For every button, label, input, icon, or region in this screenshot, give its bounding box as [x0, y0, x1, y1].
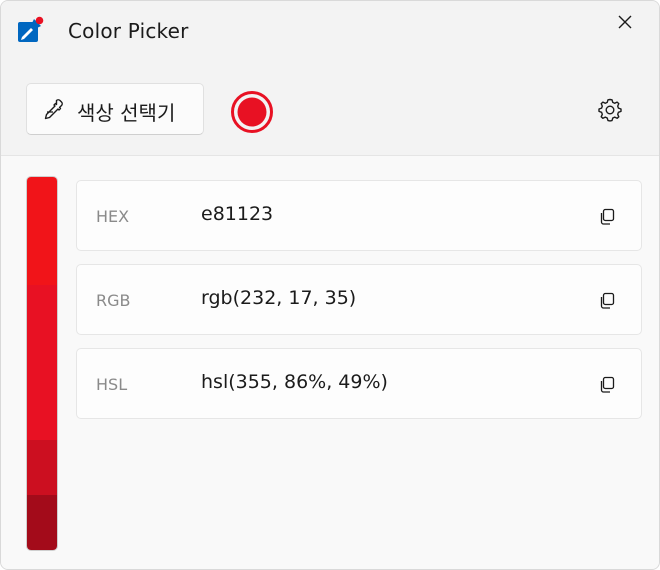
format-value[interactable]: e81123	[201, 203, 273, 225]
window-title: Color Picker	[68, 19, 189, 43]
color-picker-window: Color Picker 색상 선택기 HEX e81123 RGB rgb(2…	[0, 0, 660, 570]
color-picker-button-label: 색상 선택기	[77, 101, 176, 125]
color-picker-button[interactable]: 색상 선택기	[26, 83, 204, 135]
settings-button[interactable]	[591, 91, 629, 129]
palette-swatch[interactable]	[27, 495, 57, 550]
copy-icon	[600, 292, 615, 309]
palette-swatch[interactable]	[27, 285, 57, 440]
toolbar: 색상 선택기	[1, 63, 659, 155]
palette-swatch[interactable]	[27, 440, 57, 495]
copy-button[interactable]	[595, 205, 619, 229]
copy-icon	[600, 208, 615, 225]
format-card-rgb: RGB rgb(232, 17, 35)	[76, 264, 642, 335]
format-value[interactable]: hsl(355, 86%, 49%)	[201, 371, 388, 393]
copy-icon	[600, 376, 615, 393]
close-button[interactable]	[605, 5, 645, 39]
copy-button[interactable]	[595, 373, 619, 397]
format-label: HSL	[96, 375, 128, 394]
color-picker-app-icon	[17, 15, 45, 43]
color-palette	[26, 176, 58, 551]
palette-swatch[interactable]	[27, 177, 57, 285]
content-area: HEX e81123 RGB rgb(232, 17, 35) HSL hsl(	[1, 155, 659, 569]
copy-button[interactable]	[595, 289, 619, 313]
gear-icon	[598, 98, 622, 122]
format-label: RGB	[96, 291, 131, 310]
format-value[interactable]: rgb(232, 17, 35)	[201, 287, 356, 309]
current-color-swatch[interactable]	[230, 90, 274, 134]
close-icon	[618, 15, 632, 29]
format-label: HEX	[96, 207, 130, 226]
format-card-hsl: HSL hsl(355, 86%, 49%)	[76, 348, 642, 419]
format-card-hex: HEX e81123	[76, 180, 642, 251]
eyedropper-icon	[41, 97, 65, 121]
title-bar: Color Picker	[1, 1, 659, 63]
